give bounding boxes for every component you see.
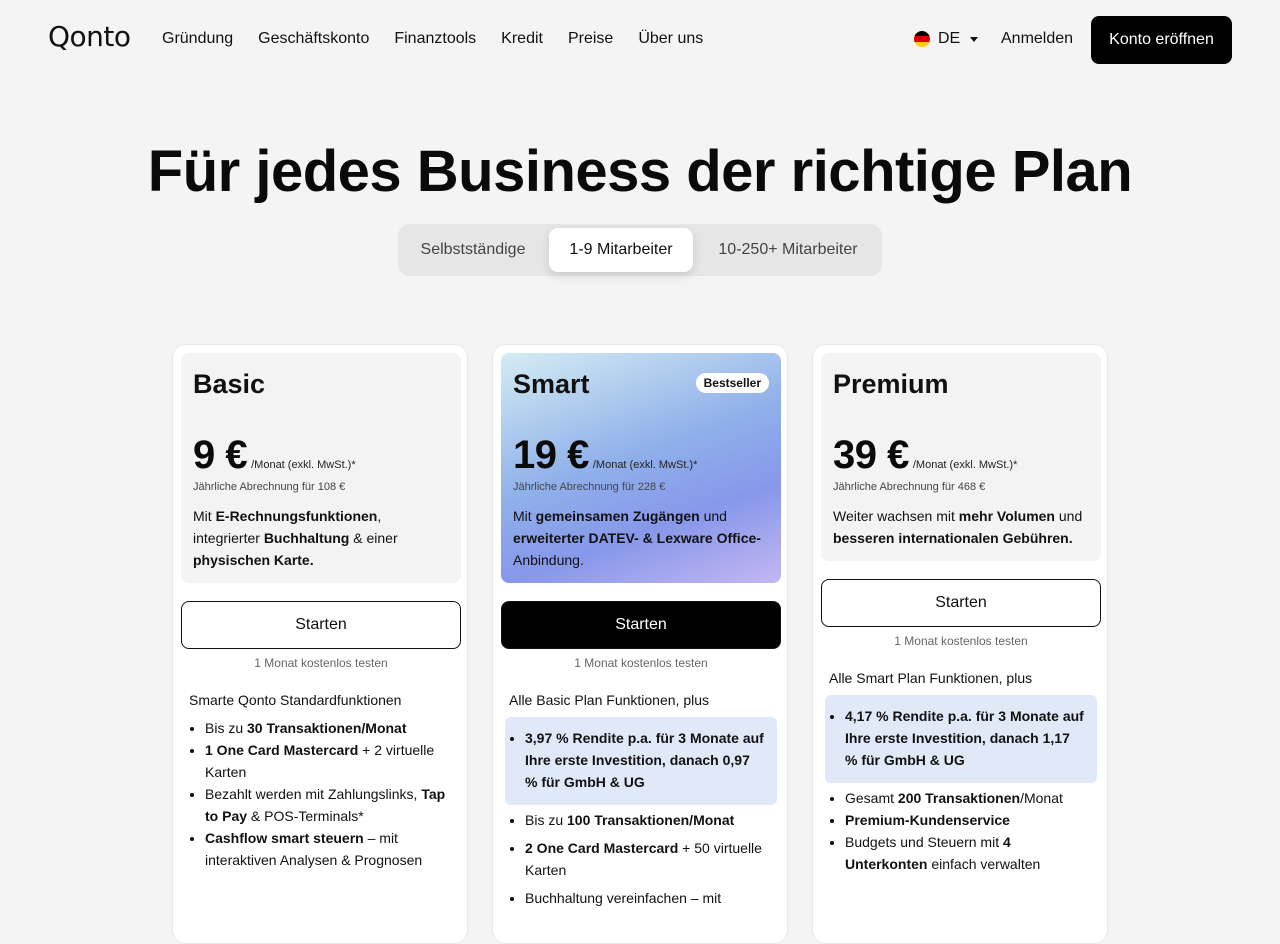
billing-note: Jährliche Abrechnung für 228 € <box>513 481 666 493</box>
price-period: /Monat (exkl. MwSt.)* <box>912 459 1018 471</box>
list-item: Bezahlt werden mit Zahlungslinks, Tap to… <box>205 783 455 827</box>
nav-preise[interactable]: Preise <box>568 30 613 48</box>
plan-summary: Smart Bestseller 19 € /Monat (exkl. MwSt… <box>501 353 781 583</box>
qonto-logo[interactable]: Qonto <box>48 20 131 53</box>
billing-note: Jährliche Abrechnung für 108 € <box>193 481 346 493</box>
plan-name: Basic <box>193 369 266 399</box>
list-item: Premium-Kundenservice <box>845 809 1095 831</box>
price-row: 9 € /Monat (exkl. MwSt.)* <box>193 433 356 478</box>
feature-list: Gesamt 200 Transaktionen/Monat Premium-K… <box>833 787 1095 875</box>
german-flag-icon <box>914 31 930 47</box>
list-item: Bis zu 30 Transaktionen/Monat <box>205 717 455 739</box>
plan-description: Weiter wachsen mit mehr Volumen und bess… <box>833 508 1083 546</box>
list-item: 1 One Card Mastercard + 2 virtuelle Kart… <box>205 739 455 783</box>
highlight-box: 4,17 % Rendite p.a. für 3 Monate auf Ihr… <box>825 695 1097 783</box>
billing-note: Jährliche Abrechnung für 468 € <box>833 481 986 493</box>
chevron-down-icon <box>970 36 979 42</box>
list-item: 4,17 % Rendite p.a. für 3 Monate auf Ihr… <box>845 705 1085 771</box>
plan-name: Premium <box>833 369 949 399</box>
team-size-switch: Selbstständige 1-9 Mitarbeiter 10-250+ M… <box>398 224 882 276</box>
feature-list: Bis zu 100 Transaktionen/Monat 2 One Car… <box>513 809 775 915</box>
tab-selbststaendige[interactable]: Selbstständige <box>404 228 542 272</box>
plan-description: Mit E-Rechnungsfunktionen, integrierter … <box>193 508 398 568</box>
list-item: Bis zu 100 Transaktionen/Monat <box>525 809 775 831</box>
site-header: Qonto Gründung Geschäftskonto Finanztool… <box>0 0 1280 80</box>
list-item: 2 One Card Mastercard + 50 virtuelle Kar… <box>525 837 775 881</box>
plan-card-premium: Premium 39 € /Monat (exkl. MwSt.)* Jährl… <box>812 344 1108 944</box>
start-button[interactable]: Starten <box>821 579 1101 627</box>
list-item: Buchhaltung vereinfachen – mit <box>525 887 775 909</box>
nav-finanztools[interactable]: Finanztools <box>394 30 476 48</box>
open-account-button[interactable]: Konto eröffnen <box>1091 16 1232 64</box>
features-heading: Smarte Qonto Standardfunktionen <box>189 692 402 708</box>
plan-price: 19 € <box>513 433 589 477</box>
trial-note: 1 Monat kostenlos testen <box>574 656 708 670</box>
nav-geschaeftskonto[interactable]: Geschäftskonto <box>258 30 369 48</box>
plan-description: Mit gemeinsamen Zugängen und erweiterter… <box>513 508 761 568</box>
highlight-box: 3,97 % Rendite p.a. für 3 Monate auf Ihr… <box>505 717 777 805</box>
plan-summary: Basic 9 € /Monat (exkl. MwSt.)* Jährlich… <box>181 353 461 583</box>
feature-list: Bis zu 30 Transaktionen/Monat 1 One Card… <box>193 717 455 871</box>
list-item: Gesamt 200 Transaktionen/Monat <box>845 787 1095 809</box>
plan-price: 9 € <box>193 433 248 477</box>
trial-note: 1 Monat kostenlos testen <box>254 656 388 670</box>
features-heading: Alle Basic Plan Funktionen, plus <box>509 692 709 708</box>
start-button[interactable]: Starten <box>181 601 461 649</box>
plan-card-basic: Basic 9 € /Monat (exkl. MwSt.)* Jährlich… <box>172 344 468 944</box>
page-title: Für jedes Business der richtige Plan <box>147 139 1133 204</box>
list-item: Budgets und Steuern mit 4 Unterkonten ei… <box>845 831 1095 875</box>
plan-price: 39 € <box>833 433 909 477</box>
list-item: 3,97 % Rendite p.a. für 3 Monate auf Ihr… <box>525 727 765 793</box>
tab-1-9-mitarbeiter[interactable]: 1-9 Mitarbeiter <box>549 228 693 272</box>
plan-card-smart: Smart Bestseller 19 € /Monat (exkl. MwSt… <box>492 344 788 944</box>
price-row: 39 € /Monat (exkl. MwSt.)* <box>833 433 1017 478</box>
trial-note: 1 Monat kostenlos testen <box>894 634 1028 648</box>
nav-kredit[interactable]: Kredit <box>501 30 543 48</box>
login-link[interactable]: Anmelden <box>1001 30 1073 48</box>
bestseller-badge: Bestseller <box>695 373 769 393</box>
language-selector[interactable]: DE <box>914 30 979 48</box>
plan-summary: Premium 39 € /Monat (exkl. MwSt.)* Jährl… <box>821 353 1101 561</box>
nav-gruendung[interactable]: Gründung <box>162 30 233 48</box>
nav-ueber-uns[interactable]: Über uns <box>638 30 703 48</box>
features-heading: Alle Smart Plan Funktionen, plus <box>829 670 1033 686</box>
language-label: DE <box>938 30 961 47</box>
list-item: Cashflow smart steuern – mit interaktive… <box>205 827 455 871</box>
price-period: /Monat (exkl. MwSt.)* <box>592 459 698 471</box>
main-nav: Gründung Geschäftskonto Finanztools Kred… <box>162 30 703 48</box>
start-button[interactable]: Starten <box>501 601 781 649</box>
tab-10-250-mitarbeiter[interactable]: 10-250+ Mitarbeiter <box>700 228 876 272</box>
price-row: 19 € /Monat (exkl. MwSt.)* <box>513 433 697 478</box>
price-period: /Monat (exkl. MwSt.)* <box>251 459 356 471</box>
